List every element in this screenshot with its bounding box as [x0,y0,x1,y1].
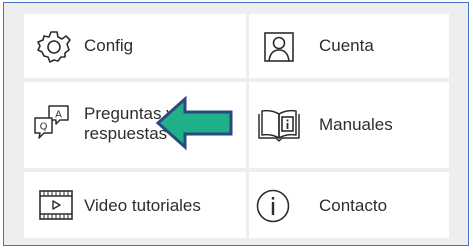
preguntas-tile[interactable]: A Q Preguntas y respuestas [24,82,246,168]
config-label: Config [84,36,134,55]
qa-bubbles-icon: A Q [32,102,72,146]
video-player-icon [38,189,74,225]
open-book-info-icon [256,106,302,148]
video-label: Video tutoriales [84,196,201,215]
preguntas-label: Preguntas y respuestas [84,104,175,144]
manuales-label: Manuales [319,115,393,134]
cuenta-label: Cuenta [319,36,374,55]
contacto-tile[interactable]: Contacto [249,172,449,238]
user-portrait-icon [262,30,296,68]
video-tile[interactable]: Video tutoriales [24,172,246,238]
gear-icon [36,29,72,69]
manuales-tile[interactable]: Manuales [249,82,449,168]
cuenta-tile[interactable]: Cuenta [249,14,449,78]
svg-text:A: A [55,110,62,121]
config-tile[interactable]: Config [24,14,246,78]
svg-text:Q: Q [40,122,48,133]
preguntas-label-line1: Preguntas y [84,104,175,123]
preguntas-label-line2: respuestas [84,124,168,143]
info-circle-icon [255,188,291,228]
contacto-label: Contacto [319,196,388,215]
